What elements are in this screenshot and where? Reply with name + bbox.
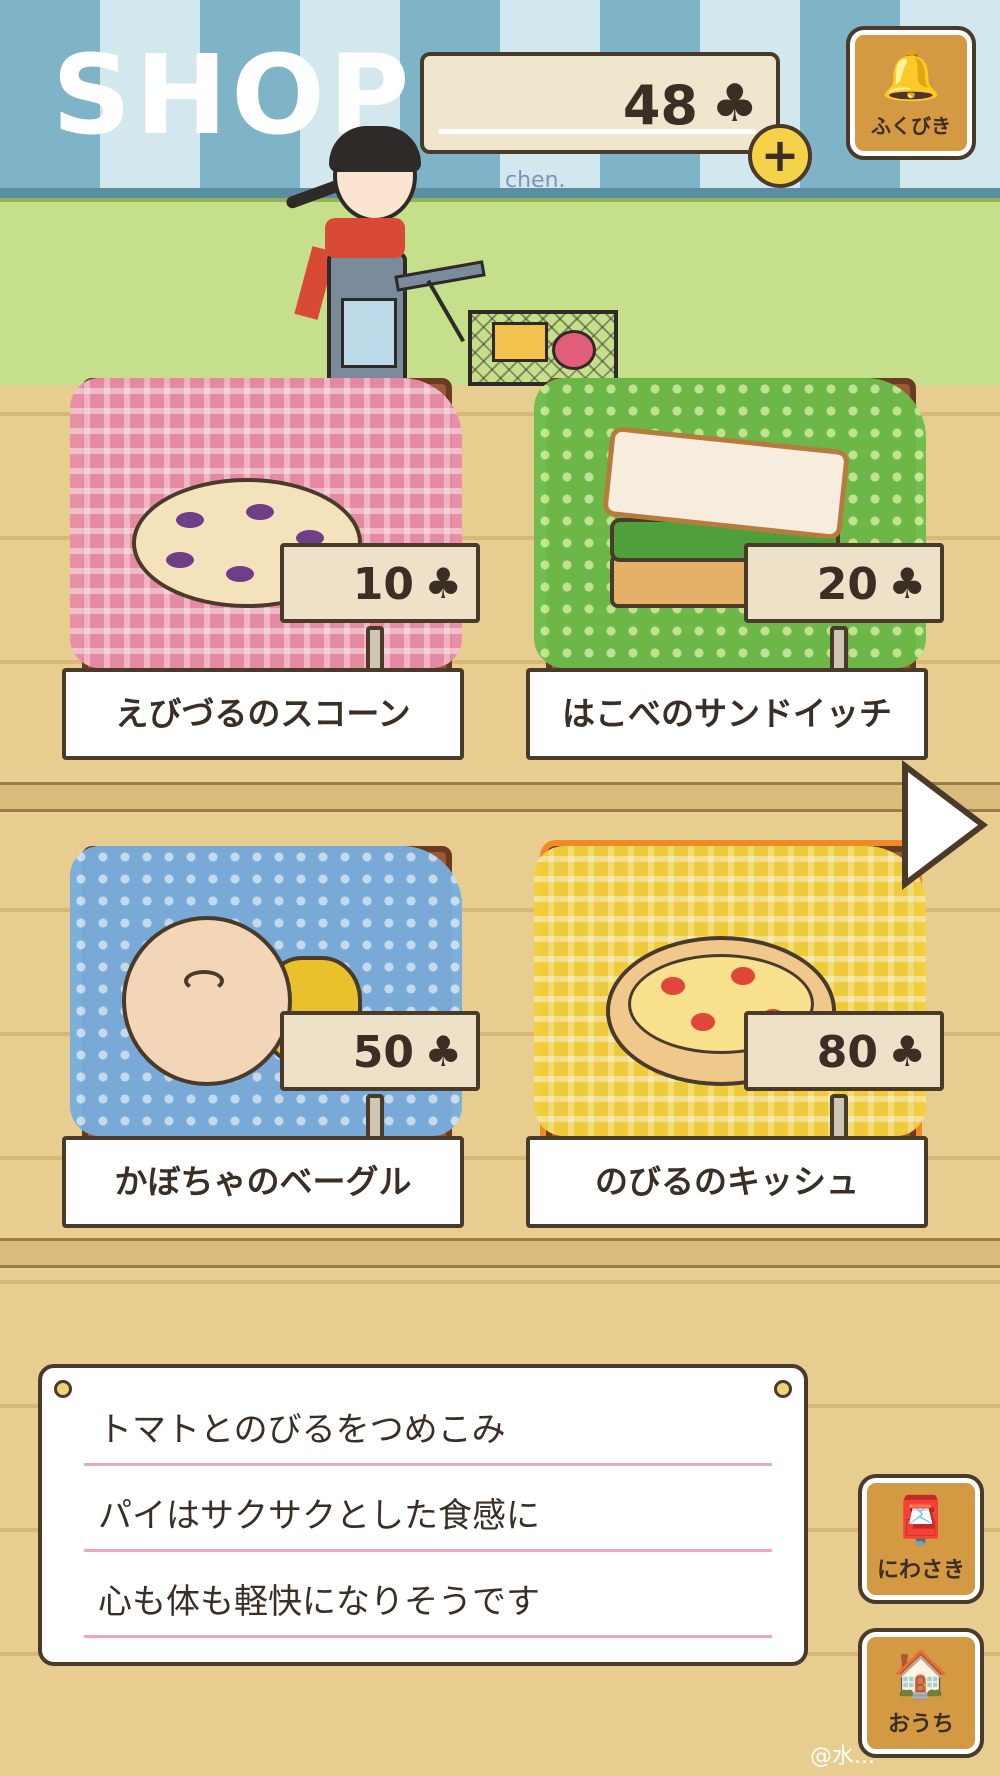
garden-label: にわさき <box>876 1558 965 1583</box>
price-value: 50 <box>352 1027 414 1078</box>
shop-item-scone[interactable]: 10 ♣ えびづるのスコーン <box>62 378 480 793</box>
garden-button[interactable]: 📮 にわさき <box>858 1474 984 1604</box>
shopping-cart <box>468 310 618 386</box>
price-tag: 20 ♣ <box>744 543 944 623</box>
price-value: 80 <box>816 1027 878 1078</box>
shop-item-sandwich[interactable]: 20 ♣ はこべのサンドイッチ <box>526 378 944 793</box>
pin-icon <box>774 1380 792 1398</box>
shop-item-bagel[interactable]: 50 ♣ かぼちゃのベーグル <box>62 846 480 1261</box>
price-tag: 50 ♣ <box>280 1011 480 1091</box>
description-line: 心も体も軽快になりそうです <box>84 1554 772 1638</box>
shop-item-quiche[interactable]: 80 ♣ のびるのキッシュ <box>526 846 944 1261</box>
price-tag: 10 ♣ <box>280 543 480 623</box>
next-page-button[interactable] <box>902 760 992 890</box>
price-value: 10 <box>352 559 414 610</box>
house-icon: 🏠 <box>892 1647 950 1701</box>
bagel-image <box>122 916 292 1086</box>
lottery-button[interactable]: 🔔 ふくびき <box>846 26 976 160</box>
clover-icon: ♣ <box>424 1027 462 1076</box>
lottery-label: ふくびき <box>871 114 951 138</box>
clover-icon: ♣ <box>711 74 758 134</box>
mailbox-icon: 📮 <box>892 1493 950 1547</box>
price-tag: 80 ♣ <box>744 1011 944 1091</box>
item-name-plate: えびづるのスコーン <box>62 668 464 760</box>
clover-icon: ♣ <box>424 559 462 608</box>
item-description-box: トマトとのびるをつめこみ パイはサクサクとした食感に 心も体も軽快になりそうです <box>38 1364 808 1666</box>
item-name-plate: かぼちゃのベーグル <box>62 1136 464 1228</box>
description-line: トマトとのびるをつめこみ <box>84 1382 772 1466</box>
item-name-plate: のびるのキッシュ <box>526 1136 928 1228</box>
description-line: パイはサクサクとした食感に <box>84 1468 772 1552</box>
watermark: @水... <box>810 1744 875 1769</box>
home-label: おうち <box>887 1712 954 1737</box>
clover-icon: ♣ <box>888 559 926 608</box>
home-button[interactable]: 🏠 おうち <box>858 1628 984 1758</box>
bell-icon: 🔔 <box>881 48 941 104</box>
price-value: 20 <box>816 559 878 610</box>
add-currency-button[interactable]: + <box>748 124 812 188</box>
currency-amount: 48 <box>622 74 698 137</box>
pin-icon <box>54 1380 72 1398</box>
item-name-plate: はこべのサンドイッチ <box>526 668 928 760</box>
clover-icon: ♣ <box>888 1027 926 1076</box>
